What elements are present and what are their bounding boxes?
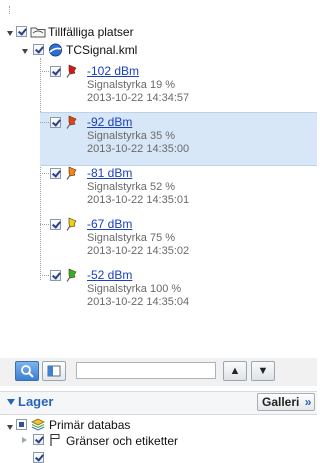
selected-row-highlight — [40, 112, 317, 166]
tree-connector — [40, 173, 49, 174]
flag-icon — [49, 433, 61, 446]
panel-toggle-button[interactable] — [42, 361, 66, 381]
gallery-label: Galleri — [262, 395, 300, 409]
placemark-title-link[interactable]: -81 dBm — [87, 166, 132, 180]
layers-title: Lager — [18, 394, 54, 409]
placemark-checkbox[interactable] — [50, 66, 61, 77]
expand-arrow-icon[interactable] — [7, 425, 13, 430]
timestamp-text: 2013-10-22 14:35:02 — [87, 245, 190, 257]
file-checkbox[interactable] — [33, 44, 44, 55]
timestamp-text: 2013-10-22 14:35:00 — [87, 143, 190, 155]
expand-arrow-icon[interactable] — [22, 49, 28, 54]
placemark-pin-icon — [66, 268, 78, 282]
move-down-button[interactable]: ▼ — [251, 361, 275, 381]
placemark-title-link[interactable]: -52 dBm — [87, 268, 132, 282]
signal-strength-text: Signalstyrka 19 % — [87, 79, 176, 91]
placemark-pin-icon — [66, 166, 78, 180]
tree-connector — [9, 6, 10, 14]
borders-label: Gränser och etiketter — [66, 434, 179, 448]
arrow-up-icon: ▲ — [229, 365, 241, 377]
primary-db-checkbox[interactable] — [16, 419, 27, 430]
expand-arrow-icon[interactable] — [7, 31, 13, 36]
folder-network-icon — [30, 25, 46, 38]
placemark-checkbox[interactable] — [50, 219, 61, 230]
collapse-arrow-icon[interactable] — [7, 399, 15, 405]
layers-stack-icon — [31, 418, 45, 431]
tree-connector — [40, 224, 49, 225]
tree-connector — [40, 71, 49, 72]
placemark-checkbox[interactable] — [50, 168, 61, 179]
timestamp-text: 2013-10-22 14:35:01 — [87, 194, 190, 206]
placemark-title-link[interactable]: -102 dBm — [87, 64, 139, 78]
placemark-title-link[interactable]: -67 dBm — [87, 217, 132, 231]
signal-strength-text: Signalstyrka 75 % — [87, 232, 176, 244]
globe-icon — [48, 43, 63, 57]
chevron-right-icon: » — [304, 395, 312, 409]
placemark-pin-icon — [66, 217, 78, 231]
placemark-title-link[interactable]: -92 dBm — [87, 115, 132, 129]
primary-db-label: Primär databas — [49, 418, 131, 432]
borders-checkbox[interactable] — [33, 434, 44, 445]
search-tool-button[interactable] — [15, 361, 39, 381]
tree-connector — [40, 275, 49, 276]
timestamp-text: 2013-10-22 14:34:57 — [87, 92, 190, 104]
panel-toggle-icon — [47, 365, 61, 377]
timestamp-text: 2013-10-22 14:35:04 — [87, 296, 190, 308]
placemark-checkbox[interactable] — [50, 117, 61, 128]
signal-strength-text: Signalstyrka 52 % — [87, 181, 176, 193]
placemark-pin-icon — [66, 64, 78, 78]
file-label: TCSignal.kml — [66, 43, 138, 57]
partial-row-checkbox[interactable] — [33, 452, 44, 463]
move-up-button[interactable]: ▲ — [223, 361, 247, 381]
root-label: Tillfälliga platser — [48, 25, 134, 39]
root-checkbox[interactable] — [16, 26, 27, 37]
arrow-down-icon: ▼ — [257, 365, 269, 377]
signal-strength-text: Signalstyrka 35 % — [87, 130, 176, 142]
search-input[interactable] — [76, 362, 216, 379]
tree-connector — [40, 58, 41, 280]
gallery-button[interactable]: Galleri » — [257, 393, 315, 411]
signal-strength-text: Signalstyrka 100 % — [87, 283, 182, 295]
placemark-pin-icon — [66, 115, 78, 129]
tree-connector — [40, 122, 49, 123]
search-icon — [21, 365, 34, 378]
placemark-checkbox[interactable] — [50, 270, 61, 281]
expand-arrow-icon[interactable] — [22, 437, 27, 443]
